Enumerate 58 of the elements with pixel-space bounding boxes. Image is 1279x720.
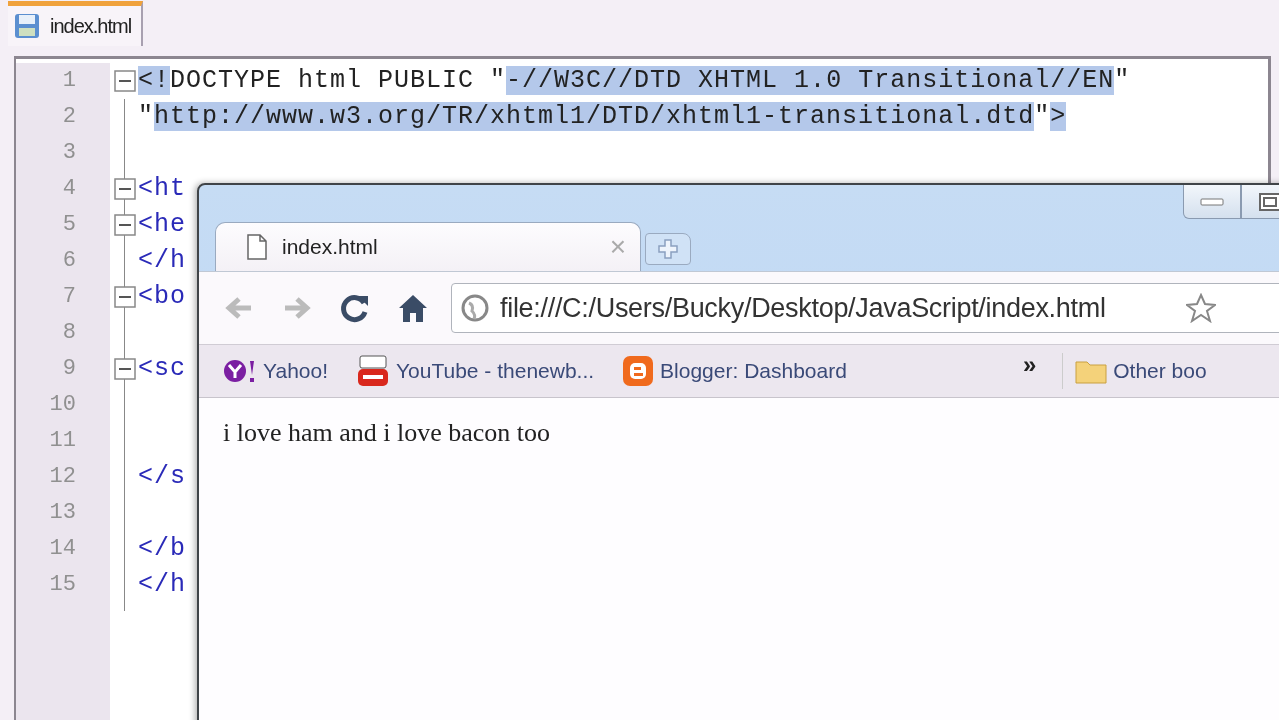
plus-icon	[657, 238, 679, 260]
bookmark-item[interactable]: Yahoo!	[223, 359, 328, 383]
code-tag: </b	[138, 534, 186, 563]
file-tab[interactable]: index.html	[8, 1, 144, 46]
line-number: 8	[61, 319, 77, 347]
code-tag: </s	[138, 462, 186, 491]
code-text: -//W3C//DTD XHTML 1.0 Transitional//EN	[506, 66, 1115, 95]
line-number: 2	[61, 103, 77, 131]
minimize-button[interactable]	[1183, 185, 1241, 219]
code-text: http://www.w3.org/TR/xhtml1/DTD/xhtml1-transitional.dtd	[154, 102, 1035, 131]
collapse-icon[interactable]	[114, 358, 136, 380]
line-number: 10	[48, 391, 77, 419]
code-tag: <ht	[138, 174, 186, 203]
line-number: 12	[48, 463, 77, 491]
line-number: 6	[61, 247, 77, 275]
maximize-icon	[1258, 191, 1279, 212]
line-number: 11	[48, 427, 77, 455]
line-number: 5	[61, 211, 77, 239]
exclamation-logo-icon	[223, 359, 257, 383]
line-number: 1	[61, 67, 77, 95]
bookmark-folder[interactable]: Other boo	[1075, 358, 1207, 384]
page-text: i love ham and i love bacon too	[223, 418, 551, 448]
minimize-icon	[1200, 196, 1224, 207]
video-site-icon	[356, 355, 390, 387]
globe-icon	[460, 293, 490, 323]
code-text: <!	[138, 66, 170, 95]
code-text: "	[138, 102, 154, 131]
line-number: 15	[48, 571, 77, 599]
code-tag: </h	[138, 246, 186, 275]
code-text: DOCTYPE html PUBLIC "	[170, 66, 507, 95]
bookmark-item[interactable]: Blogger: Dashboard	[622, 355, 847, 387]
line-number: 7	[61, 283, 77, 311]
code-text: >	[1050, 102, 1067, 131]
line-number: 3	[61, 139, 77, 167]
blog-icon	[622, 355, 655, 387]
more-bookmarks-button[interactable]: »	[1022, 351, 1037, 379]
collapse-icon[interactable]	[114, 214, 136, 236]
page-icon	[246, 234, 268, 260]
bookmark-item[interactable]: YouTube - thenewb...	[356, 355, 595, 387]
line-number: 4	[61, 175, 77, 203]
line-number: 9	[61, 355, 77, 383]
code-text: "	[1034, 102, 1051, 131]
star-icon[interactable]	[1185, 293, 1216, 323]
line-number: 14	[48, 535, 77, 563]
code-tag: <sc	[138, 354, 186, 383]
reload-icon[interactable]	[339, 292, 371, 324]
folder-icon	[1075, 358, 1108, 384]
collapse-icon[interactable]	[114, 178, 136, 200]
address-bar[interactable]: file:///C:/Users/Bucky/Desktop/JavaScript/index.html	[451, 283, 1279, 333]
code-tag: </h	[138, 570, 186, 599]
browser-tab[interactable]: index.html ×	[215, 222, 641, 271]
home-icon[interactable]	[397, 293, 429, 323]
code-tag: <bo	[138, 282, 186, 311]
collapse-icon[interactable]	[114, 70, 136, 92]
code-text: "	[1114, 66, 1131, 95]
collapse-icon[interactable]	[114, 286, 136, 308]
code-tag: <he	[138, 210, 186, 239]
line-number: 13	[48, 499, 77, 527]
